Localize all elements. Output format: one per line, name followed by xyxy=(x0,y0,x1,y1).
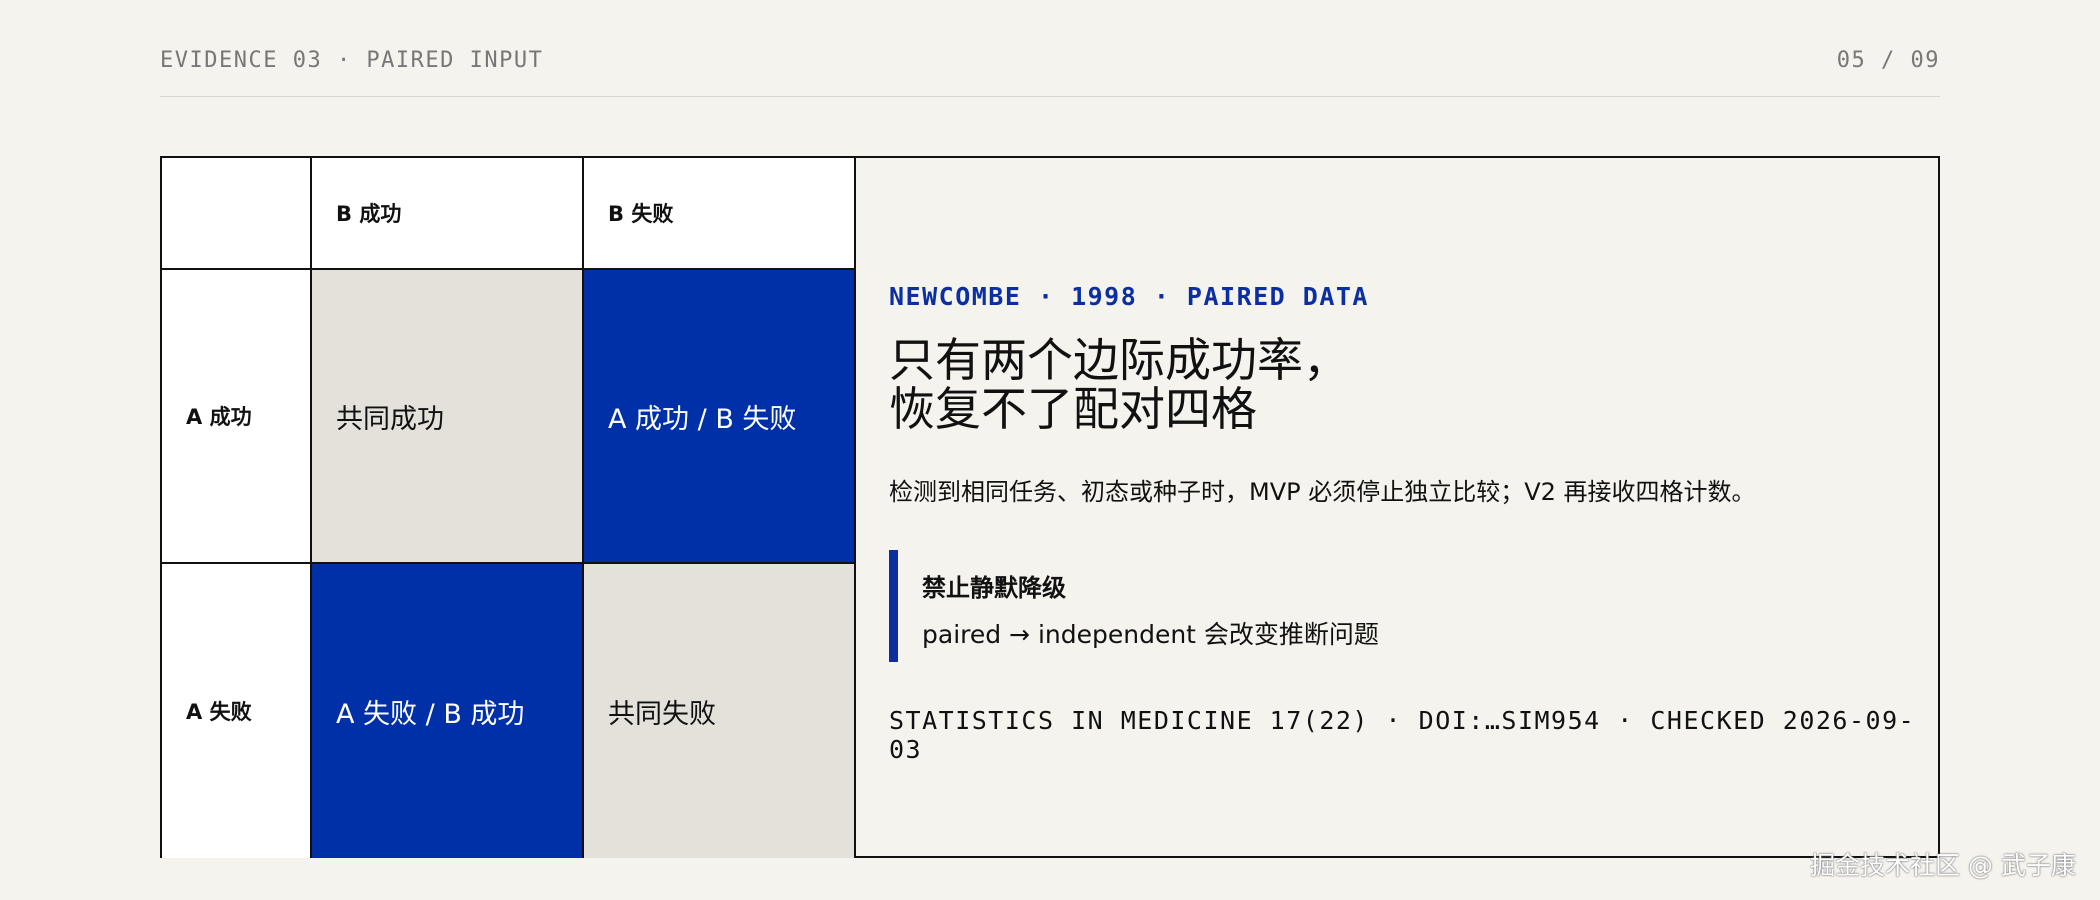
callout-title: 禁止静默降级 xyxy=(922,574,1066,602)
row-header-a-fail: A 失败 xyxy=(162,564,312,858)
evidence-card: B 成功 B 失败 A 成功 共同成功 A 成功 / B 失败 A 失败 A 失… xyxy=(160,156,1940,858)
page-counter: 05 / 09 xyxy=(1836,48,1940,73)
cell-a-success-b-fail: A 成功 / B 失败 xyxy=(584,270,856,564)
row-header-a-success: A 成功 xyxy=(162,270,312,564)
paired-2x2-table: B 成功 B 失败 A 成功 共同成功 A 成功 / B 失败 A 失败 A 失… xyxy=(162,158,856,858)
explanation-panel: NEWCOMBE · 1998 · PAIRED DATA 只有两个边际成功率，… xyxy=(889,158,1938,858)
callout-body: paired → independent 会改变推断问题 xyxy=(922,620,1379,649)
cell-a-fail-b-success: A 失败 / B 成功 xyxy=(312,564,584,858)
col-header-b-fail: B 失败 xyxy=(584,158,856,270)
table-corner xyxy=(162,158,312,270)
section-label: EVIDENCE 03 · PAIRED INPUT xyxy=(160,48,544,73)
col-header-b-success: B 成功 xyxy=(312,158,584,270)
panel-title: 只有两个边际成功率， 恢复不了配对四格 xyxy=(889,336,1349,434)
panel-title-line: 只有两个边际成功率， xyxy=(889,333,1349,387)
watermark: 掘金技术社区 @ 武子康 xyxy=(1810,851,2076,880)
cell-both-success: 共同成功 xyxy=(312,270,584,564)
panel-title-line: 恢复不了配对四格 xyxy=(889,382,1257,436)
source-kicker: NEWCOMBE · 1998 · PAIRED DATA xyxy=(889,282,1369,311)
warning-callout: 禁止静默降级 paired → independent 会改变推断问题 xyxy=(889,550,1489,662)
citation: STATISTICS IN MEDICINE 17(22) · DOI:…SIM… xyxy=(889,706,1916,764)
cell-both-fail: 共同失败 xyxy=(584,564,856,858)
panel-description: 检测到相同任务、初态或种子时，MVP 必须停止独立比较；V2 再接收四格计数。 xyxy=(889,478,1756,506)
header-divider xyxy=(160,96,1940,97)
